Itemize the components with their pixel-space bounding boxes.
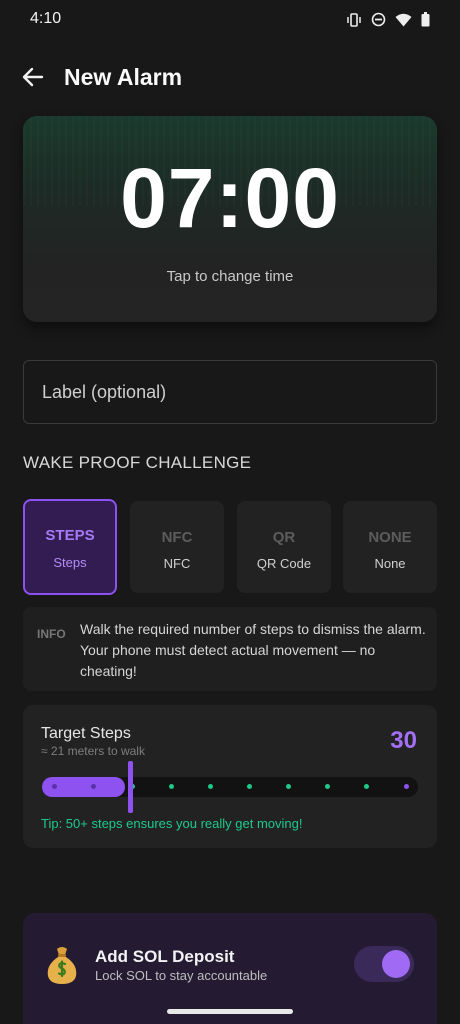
info-tag: INFO — [37, 627, 66, 641]
vibrate-icon — [346, 12, 362, 27]
back-button[interactable] — [18, 64, 48, 94]
deposit-toggle[interactable] — [354, 946, 414, 982]
info-text: Walk the required number of steps to dis… — [80, 621, 426, 679]
wifi-icon — [395, 13, 412, 27]
slider-tick — [403, 784, 409, 789]
steps-tip: Tip: 50+ steps ensures you really get mo… — [41, 816, 303, 831]
dnd-icon — [371, 12, 386, 27]
battery-icon — [421, 12, 430, 27]
challenge-name: QR Code — [256, 556, 312, 571]
target-steps-card: Target Steps ≈ 21 meters to walk 30 Tip:… — [23, 705, 437, 848]
status-icons — [346, 12, 430, 27]
slider-tick — [51, 784, 57, 789]
challenge-option-none[interactable]: NONE None — [343, 501, 437, 593]
slider-tick — [168, 784, 174, 789]
slider-tick — [90, 784, 96, 789]
time-hint: Tap to change time — [166, 268, 294, 285]
slider-tick — [207, 784, 213, 789]
challenge-name: Steps — [53, 555, 87, 570]
steps-value: 30 — [390, 727, 417, 754]
slider-thumb[interactable] — [128, 761, 133, 813]
arrow-left-icon — [22, 67, 44, 92]
steps-title: Target Steps — [41, 725, 131, 742]
label-input[interactable] — [23, 360, 437, 424]
challenge-code: QR — [272, 529, 296, 546]
challenge-code: NONE — [368, 529, 412, 546]
money-bag-icon — [45, 945, 79, 985]
home-indicator[interactable] — [167, 1009, 293, 1014]
toggle-knob — [382, 950, 410, 978]
challenge-info-box: INFO Walk the required number of steps t… — [23, 607, 437, 691]
challenge-option-nfc[interactable]: NFC NFC — [130, 501, 224, 593]
alarm-time[interactable]: 07:00 — [0, 150, 460, 247]
challenge-section-title: WAKE PROOF CHALLENGE — [23, 453, 252, 472]
challenge-option-qr[interactable]: QR QR Code — [237, 501, 331, 593]
challenge-code: STEPS — [45, 527, 95, 544]
status-time: 4:10 — [30, 10, 62, 27]
deposit-title: Add SOL Deposit — [95, 947, 235, 966]
steps-subtitle: ≈ 21 meters to walk — [41, 744, 145, 758]
challenge-code: NFC — [161, 529, 193, 546]
sol-deposit-card: Add SOL Deposit Lock SOL to stay account… — [23, 913, 437, 1024]
page-title: New Alarm — [64, 64, 183, 90]
deposit-subtitle: Lock SOL to stay accountable — [95, 968, 268, 983]
challenge-name: NFC — [163, 556, 191, 571]
status-bar: 4:10 — [0, 0, 460, 40]
steps-slider[interactable] — [42, 761, 418, 813]
challenge-name: None — [374, 556, 406, 571]
challenge-option-steps[interactable]: STEPS Steps — [23, 499, 117, 595]
